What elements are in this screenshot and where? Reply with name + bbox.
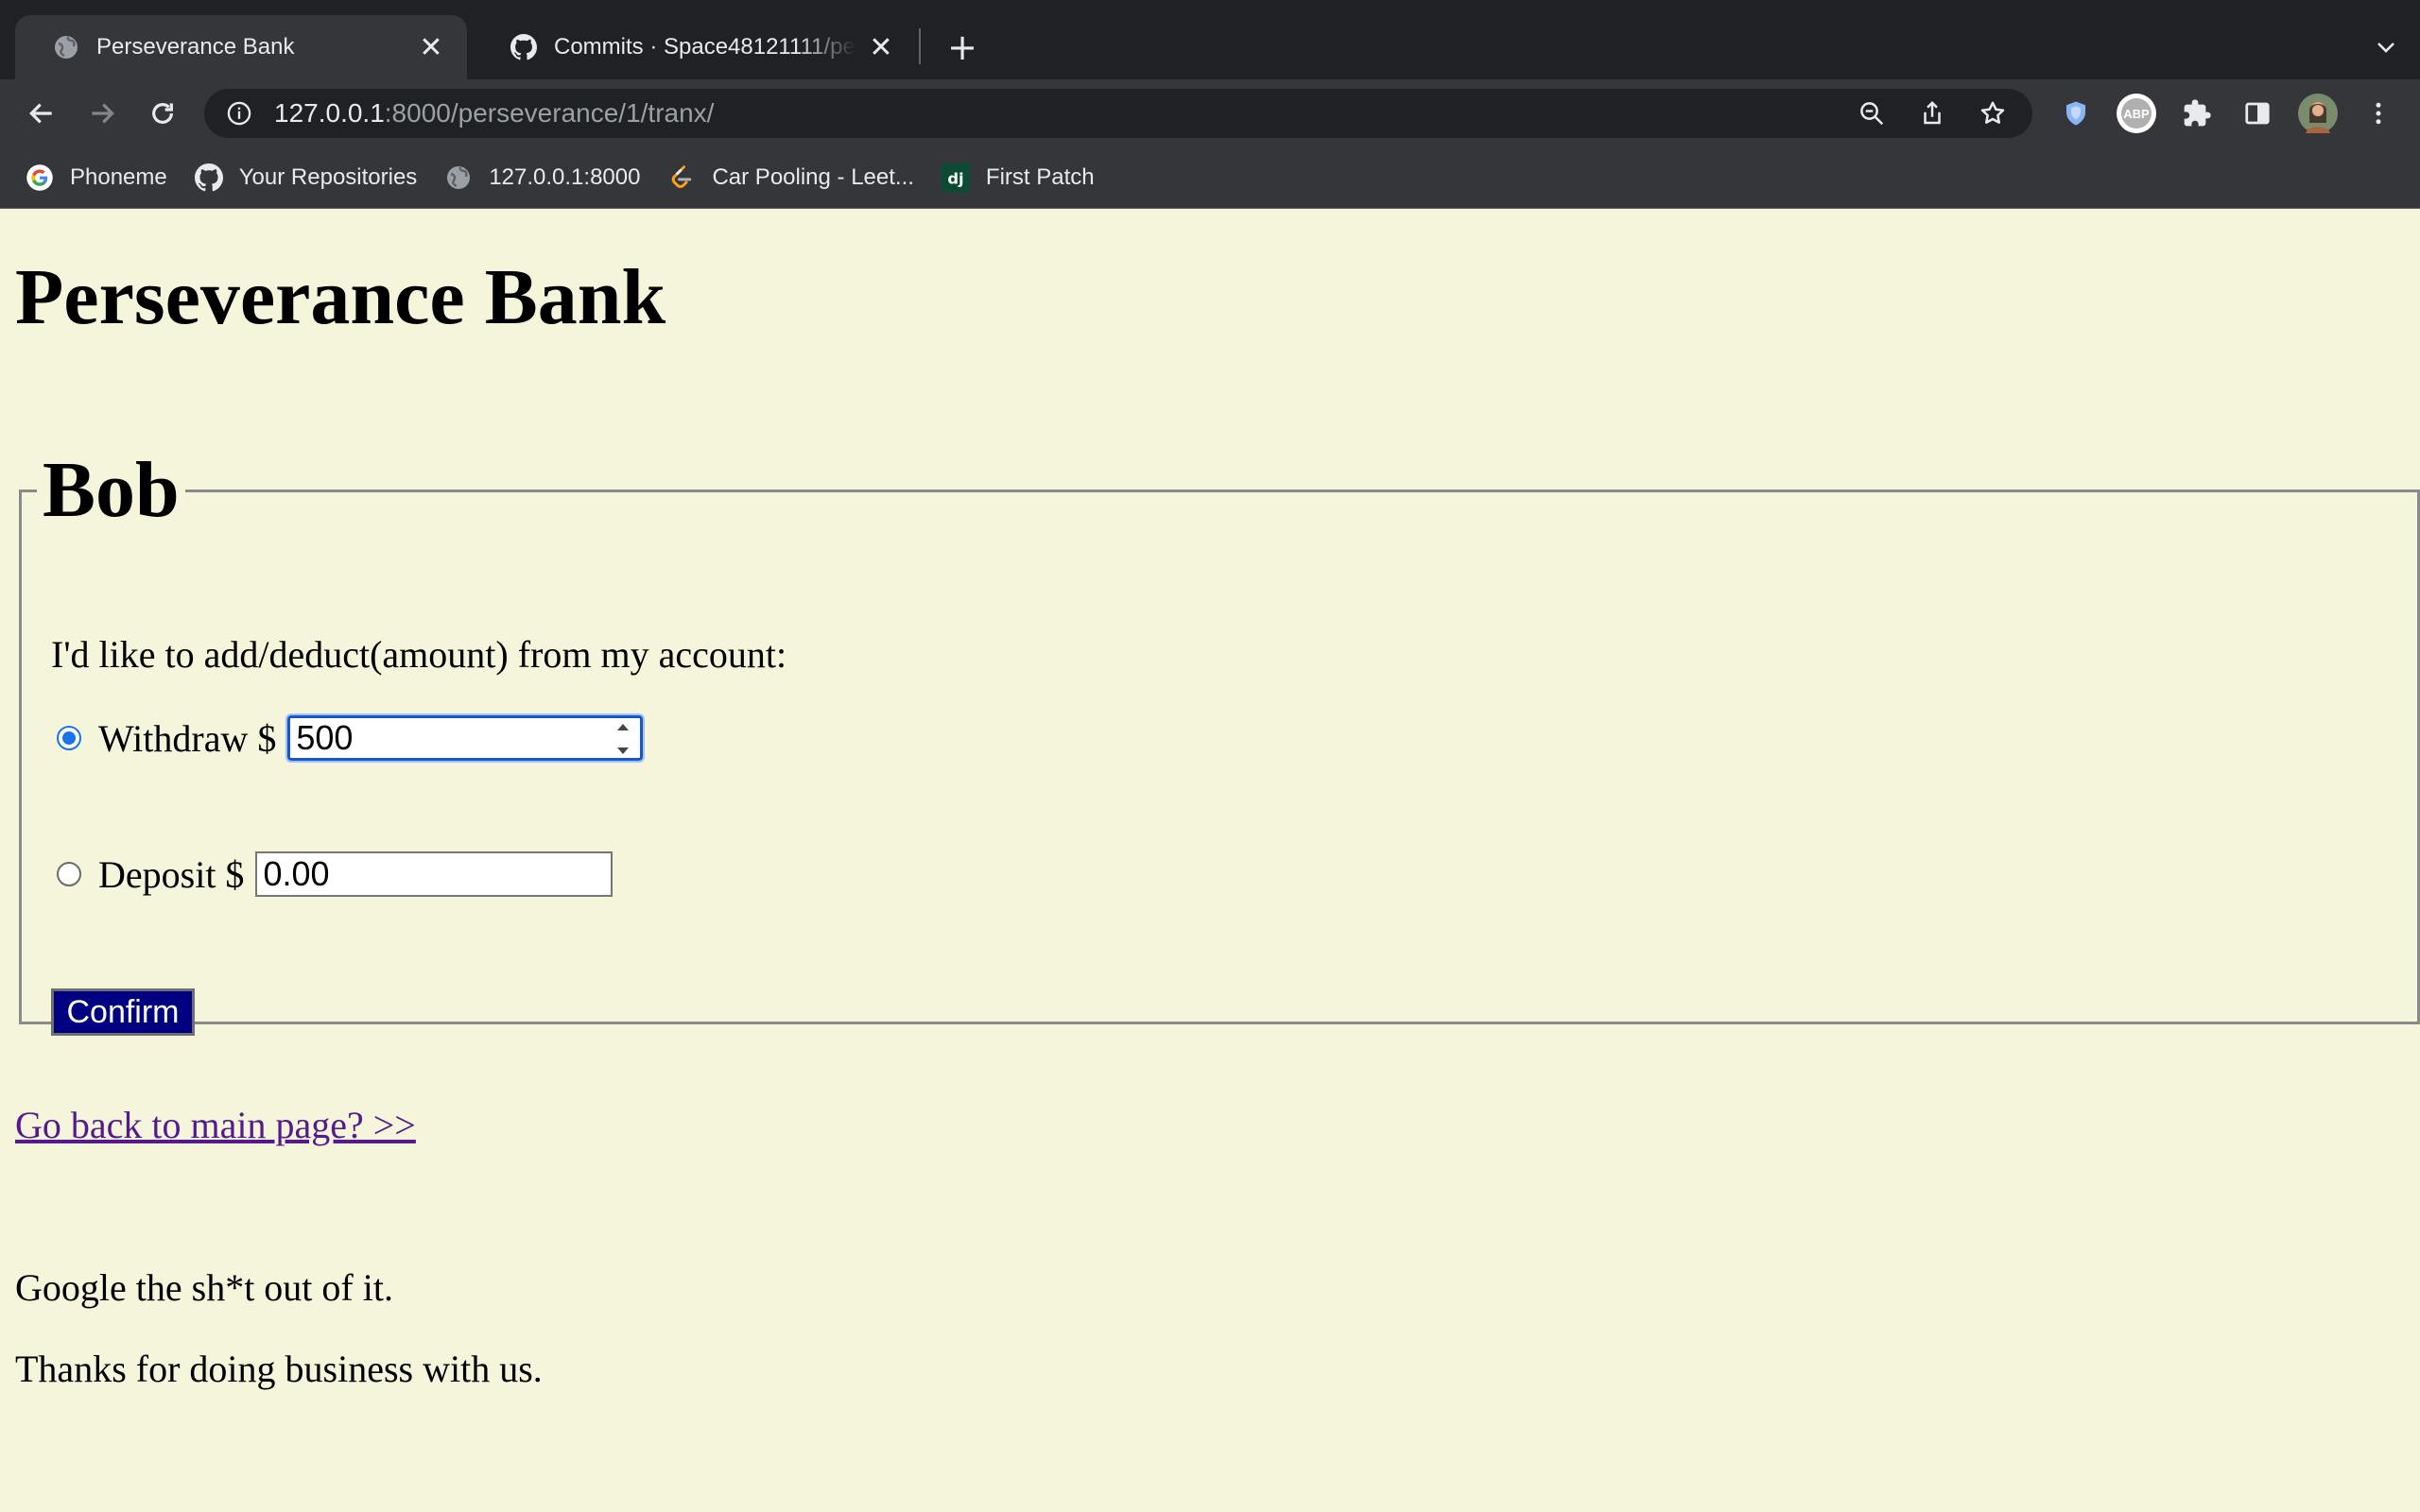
reload-icon[interactable] <box>142 93 183 134</box>
avatar[interactable] <box>2297 93 2339 134</box>
shield-extension-icon[interactable] <box>2055 93 2097 134</box>
address-bar[interactable]: 127.0.0.1:8000/perseverance/1/tranx/ <box>204 89 2032 138</box>
bookmark-label: Your Repositories <box>238 164 418 190</box>
tab-title: Perseverance Bank <box>96 34 295 60</box>
bookmarks-bar: Phoneme Your Repositories 127.0.0.1:8000… <box>0 147 2420 208</box>
close-icon[interactable]: ✕ <box>868 32 894 63</box>
google-icon <box>25 163 55 193</box>
close-icon[interactable]: ✕ <box>418 32 444 63</box>
star-icon[interactable] <box>1972 93 2014 134</box>
bookmark-car-pooling[interactable]: Car Pooling - Leet... <box>666 163 914 193</box>
bookmark-label: First Patch <box>985 164 1095 190</box>
share-icon[interactable] <box>1911 93 1953 134</box>
deposit-radio[interactable] <box>57 862 81 886</box>
adblock-icon[interactable]: ABP <box>2116 93 2157 134</box>
kebab-menu-icon[interactable] <box>2358 93 2399 134</box>
bookmark-first-patch[interactable]: dj First Patch <box>941 163 1095 193</box>
account-name: Bob <box>43 446 180 534</box>
back-to-main-link[interactable]: Go back to main page? >> <box>15 1103 416 1147</box>
footer-text-1: Google the sh*t out of it. <box>15 1266 393 1309</box>
tab-title: Commits · Space48121111/perseverance <box>554 34 856 60</box>
url-path: :8000/perseverance/1/tranx/ <box>384 98 715 128</box>
django-icon: dj <box>941 163 971 193</box>
instruction-text: I'd like to add/deduct(amount) from my a… <box>51 633 787 676</box>
url-host: 127.0.0.1 <box>274 98 385 128</box>
bookmark-label: Phoneme <box>70 164 167 190</box>
side-panel-icon[interactable] <box>2237 93 2278 134</box>
tab-strip: Perseverance Bank ✕ Commits · Space48121… <box>0 0 2420 79</box>
withdraw-amount-value: 500 <box>296 718 354 757</box>
globe-icon <box>443 163 474 193</box>
confirm-button[interactable]: Confirm <box>51 988 195 1036</box>
tab-separator <box>919 28 921 64</box>
bookmark-your-repositories[interactable]: Your Repositories <box>194 163 418 193</box>
page-title: Perseverance Bank <box>15 253 666 341</box>
footer-text-2: Thanks for doing business with us. <box>15 1348 543 1390</box>
github-icon <box>510 34 537 60</box>
number-spinner-icon[interactable] <box>614 722 632 756</box>
info-icon[interactable] <box>225 99 253 128</box>
forward-arrow-icon[interactable] <box>81 93 123 134</box>
back-arrow-icon[interactable] <box>21 93 62 134</box>
page-content: Perseverance Bank Bob I'd like to add/de… <box>0 209 2420 1512</box>
bookmark-localhost[interactable]: 127.0.0.1:8000 <box>443 163 640 193</box>
toolbar: 127.0.0.1:8000/perseverance/1/tranx/ ABP <box>0 79 2420 147</box>
deposit-amount-input[interactable]: 0.00 <box>255 851 614 897</box>
browser-chrome: Perseverance Bank ✕ Commits · Space48121… <box>0 0 2420 209</box>
leetcode-icon <box>666 163 697 193</box>
bookmark-label: Car Pooling - Leet... <box>712 164 914 190</box>
chevron-down-icon[interactable] <box>2371 32 2401 62</box>
github-icon <box>194 163 224 193</box>
zoom-icon[interactable] <box>1851 93 1893 134</box>
globe-icon <box>53 34 79 60</box>
withdraw-amount-input[interactable]: 500 <box>285 713 646 763</box>
svg-text:ABP: ABP <box>2123 107 2150 121</box>
deposit-amount-value: 0.00 <box>263 854 330 893</box>
bookmark-label: 127.0.0.1:8000 <box>489 164 641 190</box>
withdraw-row: Withdraw $ 500 <box>57 713 646 763</box>
bookmark-phoneme[interactable]: Phoneme <box>25 163 167 193</box>
withdraw-label: Withdraw $ <box>98 716 277 760</box>
deposit-row: Deposit $ 0.00 <box>57 851 614 897</box>
tab-perseverance-bank[interactable]: Perseverance Bank ✕ <box>15 15 467 79</box>
tab-commits[interactable]: Commits · Space48121111/perseverance ✕ <box>473 15 917 79</box>
withdraw-radio[interactable] <box>57 726 81 750</box>
new-tab-plus-icon[interactable]: + <box>943 26 981 68</box>
deposit-label: Deposit $ <box>98 852 245 896</box>
puzzle-icon[interactable] <box>2176 93 2218 134</box>
svg-text:dj: dj <box>947 169 963 187</box>
